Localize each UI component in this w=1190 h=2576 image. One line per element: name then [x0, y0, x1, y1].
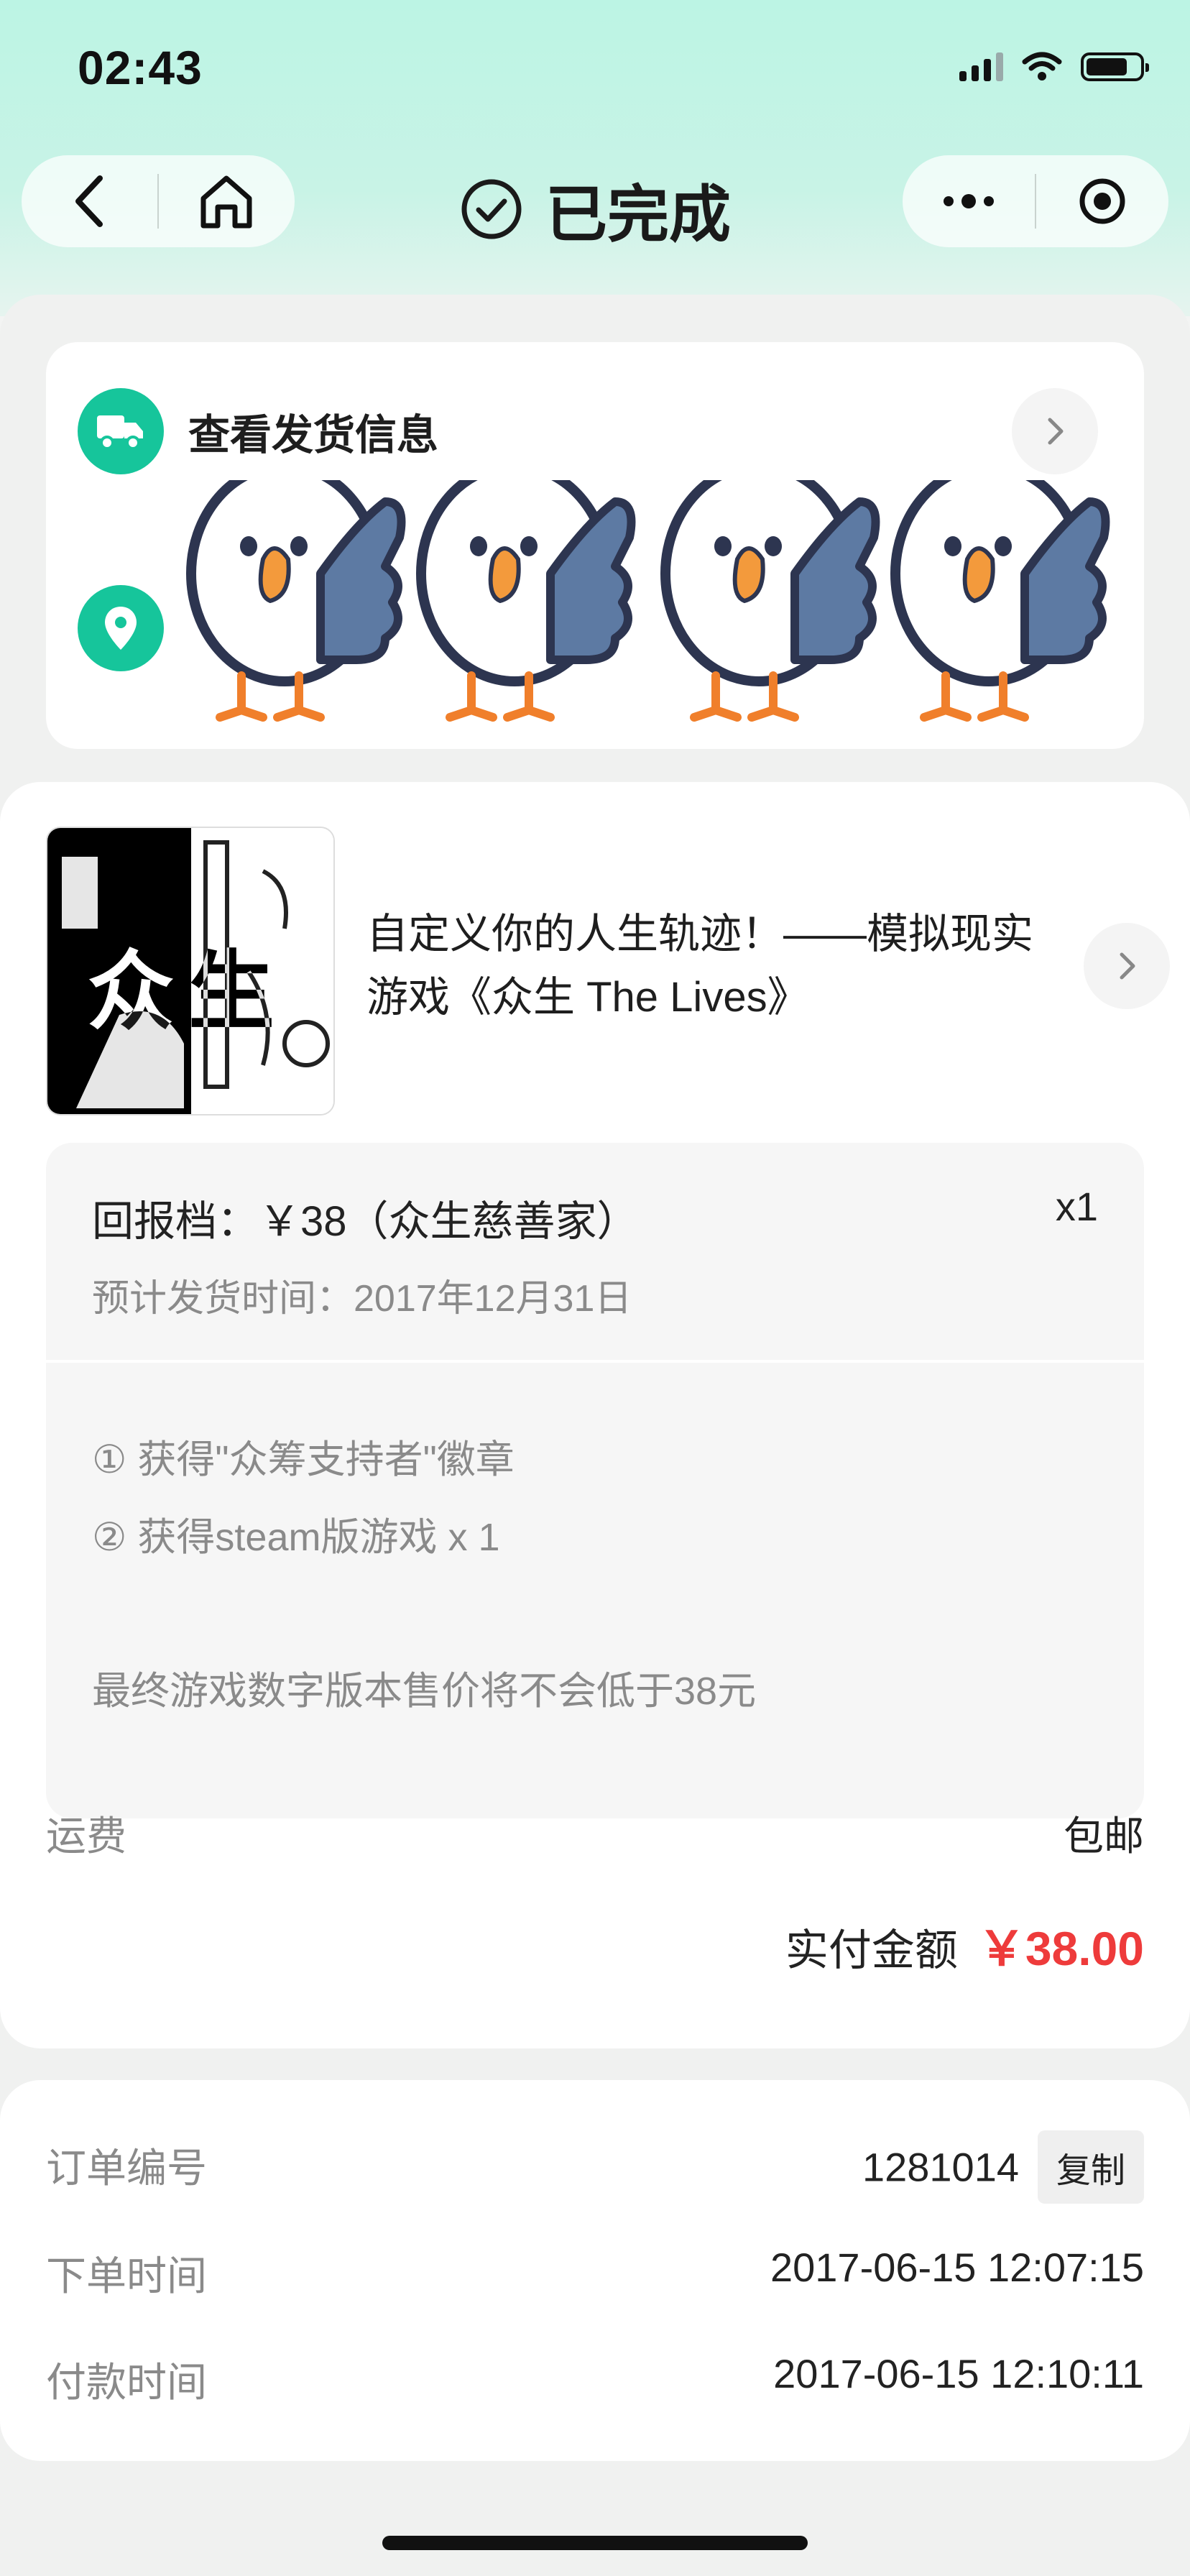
- signal-icon: [959, 52, 1003, 81]
- reward-delivery-estimate: 预计发货时间：2017年12月31日: [92, 1278, 632, 1320]
- status-icons: [959, 52, 1149, 82]
- product-card: 众生 自定义你的人生轨迹！——模拟现实游戏《众生 The Lives》 回报档：…: [0, 782, 1190, 2048]
- home-indicator[interactable]: [382, 2536, 808, 2550]
- payment-time-value: 2017-06-15 12:10:11: [773, 2351, 1144, 2396]
- order-number-value: 1281014: [862, 2144, 1019, 2190]
- status-time: 02:43: [78, 41, 203, 94]
- shipping-fee-label: 运费: [46, 1813, 126, 1859]
- reward-item: ① 获得"众筹支持者"徽章: [92, 1438, 515, 1481]
- payment-time-label: 付款时间: [46, 2360, 207, 2405]
- cover-title: 众生: [88, 941, 289, 1042]
- shipping-info-label: 查看发货信息: [188, 412, 439, 459]
- battery-icon: [1081, 52, 1149, 81]
- close-miniapp-button[interactable]: [1036, 155, 1168, 247]
- product-title[interactable]: 自定义你的人生轨迹！——模拟现实游戏《众生 The Lives》: [366, 903, 1042, 1029]
- shipping-info-row[interactable]: 查看发货信息: [78, 388, 438, 474]
- reward-details: 回报档：￥38（众生慈善家） x1 预计发货时间：2017年12月31日 ① 获…: [46, 1143, 1144, 1818]
- check-circle-icon: [461, 179, 522, 239]
- page-title-text: 已完成: [545, 180, 731, 249]
- reward-divider: [46, 1360, 1144, 1363]
- copy-button[interactable]: 复制: [1037, 2130, 1144, 2204]
- more-button[interactable]: [903, 155, 1035, 247]
- truck-icon-badge: [78, 388, 164, 474]
- reward-note: 最终游戏数字版本售价将不会低于38元: [92, 1670, 757, 1713]
- order-number-label: 订单编号: [46, 2145, 207, 2191]
- order-number-row: 1281014 复制: [862, 2130, 1144, 2204]
- shipping-info-chevron[interactable]: [1012, 388, 1098, 474]
- nav-capsule-right: [903, 155, 1168, 247]
- order-created-value: 2017-06-15 12:07:15: [770, 2245, 1144, 2290]
- location-pin-icon: [105, 607, 137, 650]
- product-chevron[interactable]: [1084, 923, 1170, 1009]
- address-row[interactable]: [78, 585, 164, 671]
- paid-amount-label: 实付金额: [785, 1926, 958, 1974]
- target-icon: [1079, 178, 1125, 224]
- more-dots-icon: [944, 194, 994, 208]
- thumbs-up-bird-stickers: [170, 480, 1147, 782]
- order-info-card: 订单编号 1281014 复制 下单时间 2017-06-15 12:07:15 …: [0, 2080, 1190, 2461]
- product-cover-image[interactable]: 众生: [46, 827, 335, 1116]
- paid-amount-value: ￥38.00: [977, 1922, 1144, 1975]
- reward-quantity: x1: [1055, 1184, 1098, 1229]
- chevron-right-icon: [1120, 952, 1135, 980]
- location-icon-badge: [78, 585, 164, 671]
- wifi-icon: [1022, 52, 1062, 80]
- paid-amount-row: 实付金额 ￥38.00: [785, 1910, 1144, 1979]
- shipping-fee-value: 包邮: [1064, 1813, 1144, 1859]
- reward-tier: 回报档：￥38（众生慈善家）: [92, 1198, 639, 1245]
- order-created-label: 下单时间: [46, 2253, 207, 2299]
- reward-item: ② 获得steam版游戏 x 1: [92, 1516, 500, 1559]
- chevron-right-icon: [1048, 418, 1064, 445]
- truck-icon: [97, 415, 143, 450]
